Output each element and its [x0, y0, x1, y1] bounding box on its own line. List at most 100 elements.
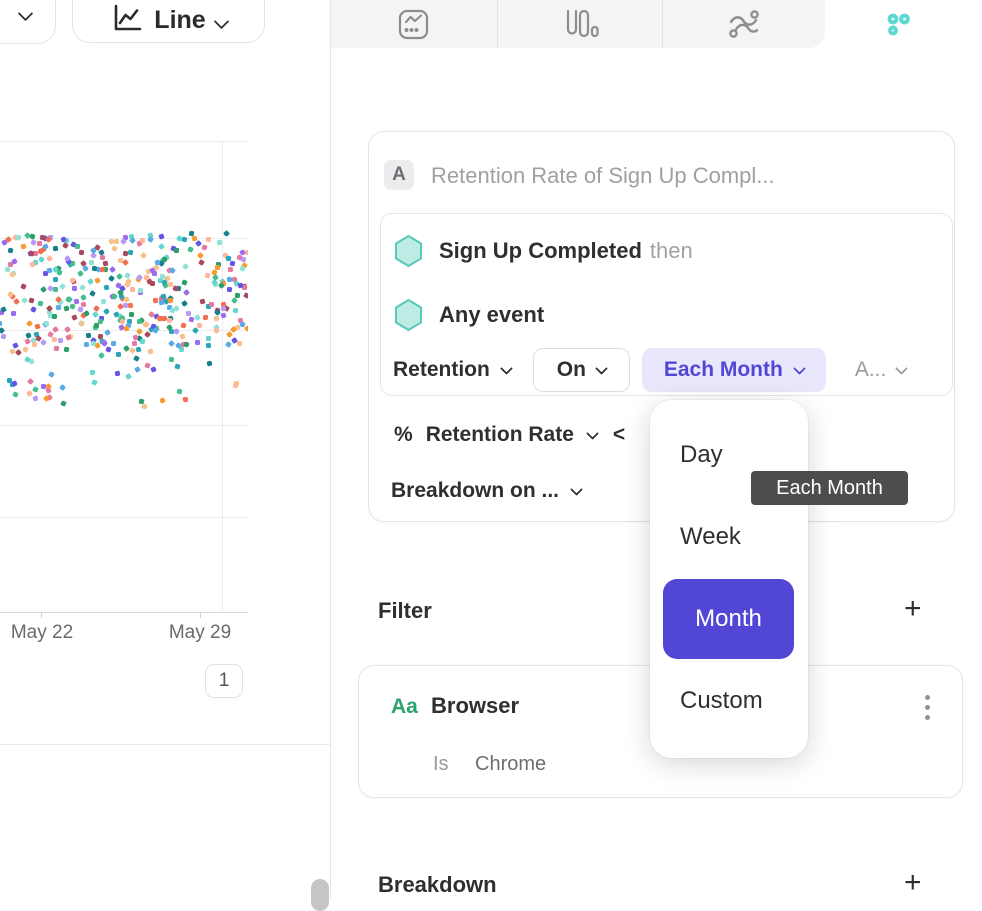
scatter-dot	[179, 334, 185, 340]
menu-item-day[interactable]: Day	[680, 441, 723, 469]
chevron-down-icon	[595, 362, 608, 375]
scatter-dot	[158, 242, 165, 249]
event-row-1[interactable]: Sign Up Completedthen	[393, 234, 693, 268]
scatter-dot	[152, 327, 159, 334]
scatter-dot	[226, 287, 231, 292]
scatter-dot	[85, 333, 90, 338]
tab-flow[interactable]	[662, 0, 825, 48]
advanced-dropdown[interactable]: A...	[855, 358, 907, 382]
pager-left-arrow[interactable]: <	[613, 423, 625, 447]
string-property-icon: Aa	[391, 695, 418, 719]
scatter-dot	[201, 244, 207, 250]
scatter-dot	[64, 326, 71, 333]
scatter-dot	[174, 364, 180, 370]
event-row-2[interactable]: Any event	[393, 298, 544, 332]
interval-dropdown-menu: Day Week Month Custom	[650, 400, 808, 758]
menu-item-week[interactable]: Week	[680, 523, 741, 551]
add-breakdown-button[interactable]: +	[904, 870, 922, 896]
scatter-dot	[206, 343, 211, 348]
query-title[interactable]: Retention Rate of Sign Up Compl...	[431, 163, 775, 189]
pagination-label: 1	[219, 670, 230, 692]
scatter-dot	[168, 357, 174, 363]
chart-insights-icon	[397, 8, 430, 41]
filter-operator[interactable]: Is	[433, 753, 449, 776]
scatter-dot	[238, 282, 244, 288]
event-block: Sign Up Completedthen Any event Retentio…	[380, 213, 953, 396]
x-axis-line	[0, 612, 248, 613]
tab-scatter-dots-selected[interactable]	[879, 8, 919, 42]
scatter-dot	[188, 316, 194, 322]
divider	[0, 744, 331, 745]
scatter-dot	[42, 243, 49, 250]
scatter-dot	[125, 373, 132, 380]
scatter-dot	[239, 265, 245, 271]
filter-section-title: Filter	[378, 598, 432, 624]
scatter-dot	[131, 341, 136, 346]
scatter-dot	[158, 300, 164, 306]
scatter-dot	[72, 286, 77, 291]
scatter-dot	[191, 235, 197, 241]
metric-dropdown[interactable]: % Retention Rate <	[394, 423, 625, 447]
menu-item-custom[interactable]: Custom	[680, 687, 763, 715]
scatter-dot	[89, 290, 96, 297]
scatter-dot	[206, 336, 211, 341]
scatter-dot	[148, 349, 154, 355]
scatter-dot	[81, 302, 87, 308]
scatter-dot	[91, 379, 98, 386]
scrollbar-thumb[interactable]	[311, 879, 329, 911]
scatter-dot	[243, 292, 248, 299]
scatter-dot	[198, 259, 205, 266]
scatter-dot	[59, 283, 66, 290]
scatter-dot	[58, 338, 63, 343]
scatter-dot	[82, 265, 89, 272]
scatter-dot	[197, 323, 203, 329]
pagination-page-button[interactable]: 1	[205, 664, 243, 698]
interval-dropdown-button[interactable]: Each Month	[642, 348, 826, 392]
scatter-dot	[157, 316, 162, 321]
tab-bar-chart[interactable]	[497, 0, 662, 48]
scatter-dot	[87, 278, 94, 285]
scatter-dot	[15, 234, 21, 240]
menu-item-month-selected[interactable]: Month	[663, 579, 794, 659]
scatter-dot	[104, 329, 111, 336]
tab-chart-insights[interactable]	[331, 0, 496, 48]
scatter-dot	[45, 387, 52, 394]
scatter-dot	[153, 298, 159, 304]
scatter-dot	[38, 256, 45, 263]
scatter-dot	[150, 366, 157, 373]
kebab-menu-icon[interactable]	[923, 693, 932, 722]
scatter-dot	[111, 245, 118, 252]
x-axis-tick	[41, 612, 42, 618]
scatter-dot	[54, 346, 60, 352]
filter-property-name[interactable]: Browser	[431, 693, 519, 719]
scatter-dot	[78, 321, 84, 327]
filter-value[interactable]: Chrome	[475, 753, 546, 776]
scatter-dot	[29, 298, 35, 304]
query-badge: A	[384, 160, 414, 190]
scatter-dot	[134, 366, 141, 373]
on-dropdown-button[interactable]: On	[533, 348, 630, 392]
chevron-down-icon	[570, 483, 583, 496]
breakdown-on-dropdown[interactable]: Breakdown on ...	[391, 479, 581, 503]
interval-tooltip: Each Month	[751, 471, 908, 505]
flow-paths-icon	[727, 8, 761, 40]
scatter-dot	[64, 346, 70, 352]
scatter-dot	[100, 298, 106, 304]
scatter-dot	[181, 279, 188, 286]
retention-dropdown[interactable]: Retention	[393, 358, 511, 382]
scatter-dot	[231, 297, 238, 304]
scatter-dot	[186, 311, 191, 316]
scatter-dot	[15, 349, 22, 356]
chart-panel: Line May 22 May 29 1	[0, 0, 331, 900]
scatter-dot	[99, 255, 105, 261]
scatter-dot	[90, 370, 96, 376]
scatter-dot	[129, 237, 136, 244]
scatter-dot	[53, 287, 58, 292]
query-builder-panel: A Retention Rate of Sign Up Compl... Sig…	[331, 0, 982, 900]
scatter-dot	[77, 270, 84, 277]
scatter-dot	[232, 382, 238, 388]
scatter-dot	[187, 246, 194, 253]
scatter-dot	[32, 387, 39, 394]
add-filter-button[interactable]: +	[904, 596, 922, 622]
scatter-dot	[123, 251, 129, 257]
